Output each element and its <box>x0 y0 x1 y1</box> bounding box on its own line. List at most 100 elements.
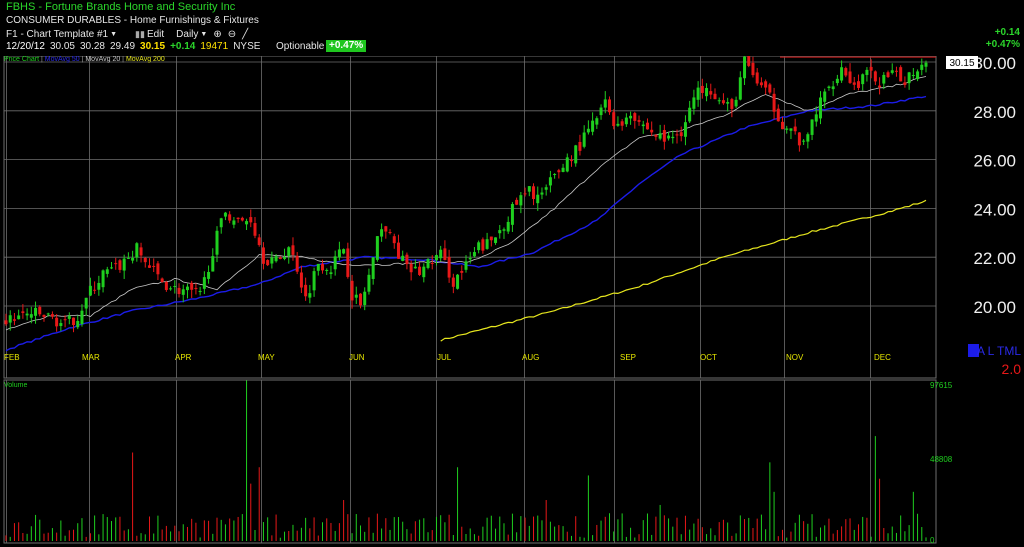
candle-body <box>232 220 236 225</box>
percent-change-badge: +0.47% <box>326 40 367 52</box>
candle-body <box>540 192 544 195</box>
candle-body <box>603 99 607 108</box>
candle-body <box>485 239 489 249</box>
zoom-in-button[interactable]: ⊕ <box>213 29 221 40</box>
candle-body <box>730 99 734 109</box>
candle-body <box>840 67 844 81</box>
ma50-line <box>5 95 927 352</box>
candle-body <box>215 230 219 255</box>
candle-body <box>118 260 122 270</box>
template-selector[interactable]: F1 - Chart Template #1 ▼ <box>6 29 117 40</box>
candle-body <box>451 277 455 287</box>
candle-body <box>802 140 806 142</box>
legend-ma20: MovAvg 20 <box>85 56 120 63</box>
candle-body <box>738 77 742 100</box>
volume-axis-labels: 97615 48808 0 <box>930 381 953 545</box>
candle-body <box>823 91 827 102</box>
candle-body <box>160 278 164 283</box>
quote-high: 30.28 <box>79 41 105 52</box>
candle-body <box>658 133 662 139</box>
candle-body <box>72 317 76 326</box>
candle-body <box>152 265 156 267</box>
candle-body <box>42 314 46 317</box>
industry-label: CONSUMER DURABLES - Home Furnishings & F… <box>6 15 259 26</box>
quote-volume: 19471 <box>200 41 229 52</box>
candle-body <box>637 120 641 122</box>
candle-body <box>586 128 590 133</box>
ma50-path <box>5 95 927 352</box>
candle-body <box>114 263 118 265</box>
candle-body <box>878 85 882 88</box>
candle-body <box>607 99 611 113</box>
candle-body <box>869 66 873 71</box>
candle-body <box>705 87 709 97</box>
candle-body <box>261 247 265 264</box>
candle-body <box>591 120 595 132</box>
candle-body <box>536 194 540 204</box>
candle-body <box>709 91 713 95</box>
month-label: MAR <box>82 353 100 362</box>
interval-selector[interactable]: Daily ▼ <box>176 29 207 40</box>
candle-body <box>890 70 894 73</box>
price-candles <box>4 48 928 333</box>
candle-body <box>240 217 244 221</box>
candle-body <box>97 282 101 290</box>
candle-body <box>498 230 502 234</box>
candle-body <box>544 187 548 190</box>
candle-body <box>776 108 780 122</box>
candle-body <box>574 145 578 164</box>
quote-date: 12/20/12 <box>6 41 45 52</box>
price-legend: Price Chart | MovAvg 50 | MovAvg 20 | Mo… <box>4 56 165 63</box>
edit-button[interactable]: ▮▮ Edit <box>135 29 164 40</box>
candle-body <box>413 266 417 269</box>
candle-body <box>494 237 498 243</box>
candle-body <box>253 223 257 236</box>
candle-body <box>93 289 97 291</box>
candle-body <box>743 56 747 79</box>
candle-body <box>578 141 582 151</box>
candle-body <box>287 247 291 256</box>
candle-body <box>667 135 671 139</box>
chart-toolbar: F1 - Chart Template #1 ▼ ▮▮ Edit Daily ▼ ⊕ … <box>6 27 248 41</box>
candle-body <box>358 293 362 306</box>
candle-body <box>565 157 569 172</box>
candle-body <box>194 287 198 289</box>
candle-body <box>405 254 409 265</box>
candle-body <box>401 255 405 261</box>
candle-body <box>852 82 856 85</box>
candle-body <box>903 82 907 85</box>
candle-body <box>105 269 109 274</box>
candle-body <box>325 269 329 271</box>
candle-body <box>278 257 282 259</box>
volume-label: Volume <box>4 382 27 389</box>
candle-body <box>827 86 831 89</box>
candle-body <box>755 72 759 84</box>
candle-body <box>312 271 316 291</box>
candle-body <box>388 232 392 234</box>
candle-body <box>675 134 679 136</box>
candle-body <box>612 112 616 127</box>
candle-body <box>245 221 249 225</box>
candle-body <box>856 81 860 88</box>
candle-body <box>354 294 358 298</box>
candle-body <box>717 100 721 102</box>
month-label: MAY <box>258 353 275 362</box>
candle-body <box>844 68 848 76</box>
candle-body <box>316 263 320 271</box>
candle-body <box>510 204 514 225</box>
price-tick-label: 30.00 <box>973 54 1016 73</box>
candle-body <box>80 310 84 325</box>
candle-body <box>202 277 206 289</box>
candle-body <box>122 258 126 271</box>
zoom-out-button[interactable]: ⊖ <box>228 29 236 40</box>
candle-body <box>747 56 751 66</box>
candle-body <box>785 128 789 130</box>
candle-body <box>848 71 852 83</box>
candle-body <box>337 249 341 258</box>
candle-body <box>472 252 476 257</box>
candle-body <box>624 117 628 125</box>
candle-body <box>434 255 438 261</box>
draw-line-button[interactable]: ╱ <box>242 29 248 40</box>
bar-chart-icon: ▮▮ <box>135 28 145 39</box>
candle-body <box>789 128 793 131</box>
